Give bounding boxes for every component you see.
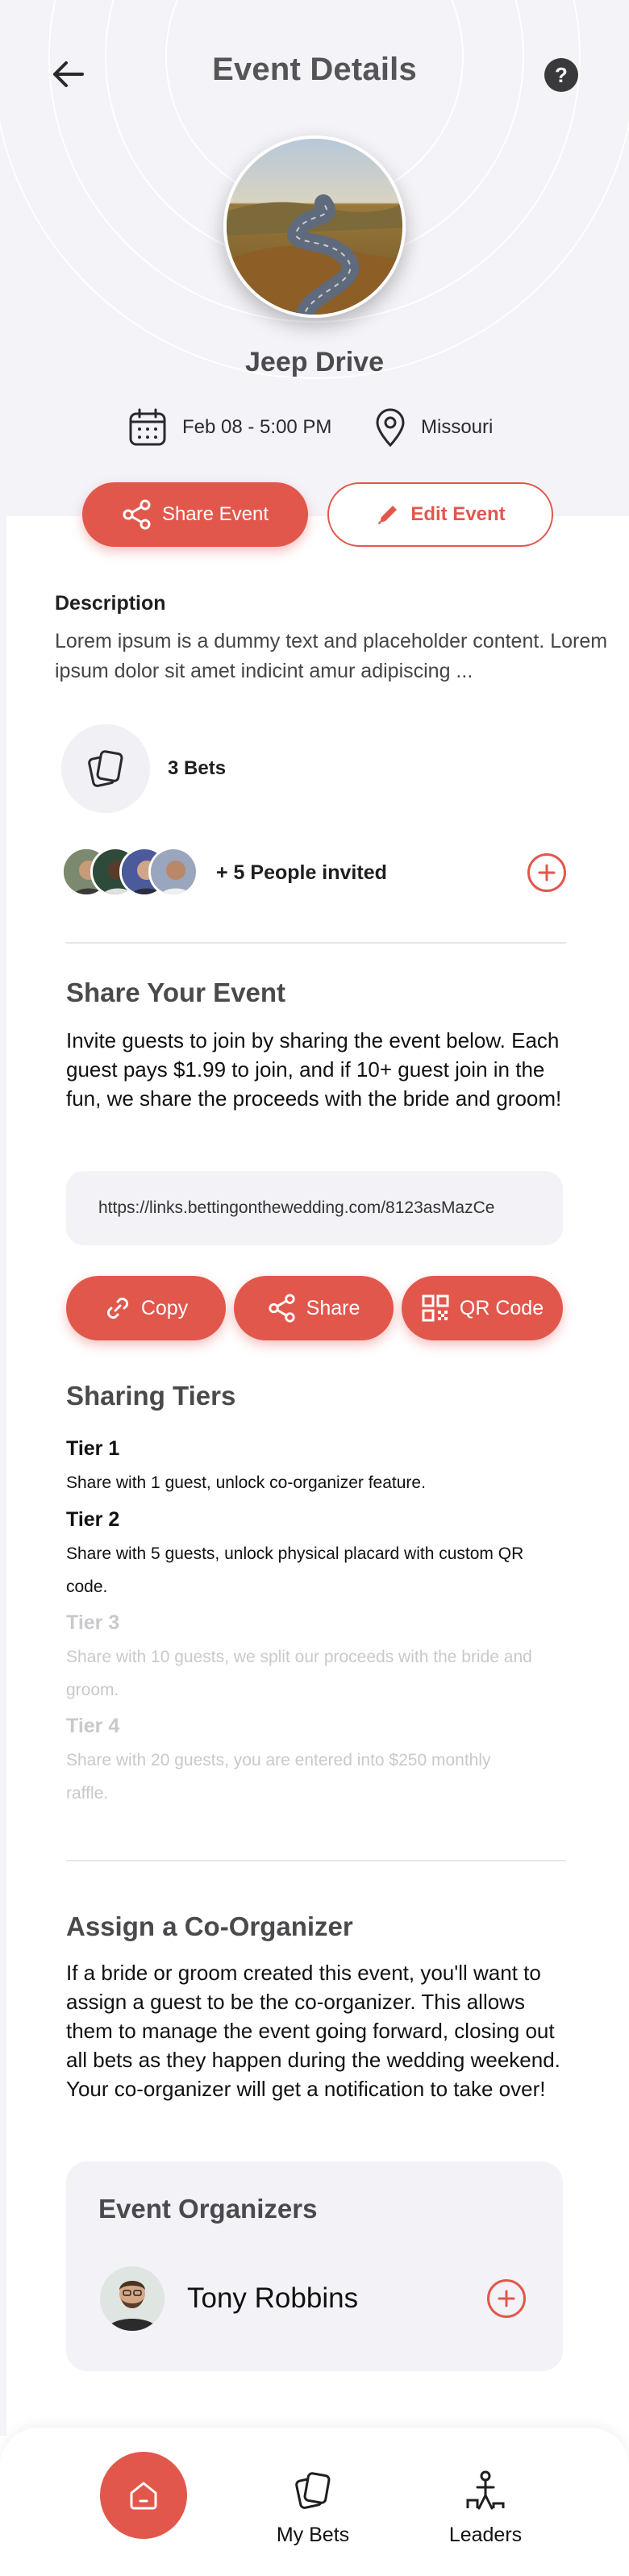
share-actions: Copy Share QR Code — [66, 1276, 566, 1340]
share-section-text: Invite guests to join by sharing the eve… — [66, 1028, 562, 1111]
tab-label: Leaders — [448, 2524, 523, 2546]
page-title: Event Details — [212, 52, 417, 87]
page-edge — [0, 516, 6, 2436]
qr-code-button[interactable]: QR Code — [402, 1276, 563, 1340]
event-photo — [223, 135, 406, 318]
copy-label: Copy — [140, 1296, 189, 1319]
share-button[interactable]: Share — [234, 1276, 394, 1340]
podium-icon — [466, 2470, 505, 2510]
tier-title: Tier 3 — [66, 1611, 120, 1634]
tiers-title: Sharing Tiers — [66, 1381, 236, 1411]
event-location-text: Missouri — [421, 416, 494, 438]
coorganizer-text: If a bride or groom created this event, … — [66, 1961, 560, 2101]
cards-icon — [88, 750, 123, 787]
plus-icon — [498, 2290, 515, 2307]
divider — [66, 942, 566, 944]
divider — [66, 1860, 566, 1861]
coorganizer-title: Assign a Co-Organizer — [66, 1911, 353, 1941]
tier-description: Share with 20 guests, you are entered in… — [66, 1751, 491, 1803]
tier-title: Tier 2 — [66, 1508, 120, 1531]
share-section-title: Share Your Event — [66, 977, 286, 1007]
bottom-tab-bar: My Bets Leaders — [0, 2428, 629, 2576]
tab-my-bets[interactable]: My Bets — [256, 2468, 369, 2547]
share-event-button[interactable]: Share Event — [82, 482, 308, 547]
event-organizers-card: Event Organizers Tony Robbins — [66, 2161, 563, 2371]
tab-label: My Bets — [276, 2524, 350, 2546]
hero-section: Event Details ? Jeep Drive Feb 08 - 5:00… — [0, 0, 629, 516]
question-circle-icon: ? — [555, 62, 568, 87]
description-label: Description — [55, 592, 166, 615]
tier-description: Share with 1 guest, unlock co-organizer … — [66, 1473, 426, 1492]
event-meta: Feb 08 - 5:00 PM Missouri — [0, 407, 629, 451]
share-link-field[interactable]: https://links.bettingonthewedding.com/81… — [66, 1171, 563, 1245]
qr-code-icon — [422, 1294, 449, 1322]
bets-count: 3 Bets — [168, 757, 227, 779]
tier-title: Tier 1 — [66, 1437, 120, 1460]
tier-description: Share with 5 guests, unlock physical pla… — [66, 1544, 524, 1596]
add-invite-button[interactable] — [527, 853, 566, 892]
location-pin-icon — [376, 408, 405, 448]
event-date-text: Feb 08 - 5:00 PM — [182, 416, 332, 438]
copy-button[interactable]: Copy — [66, 1276, 226, 1340]
tier-title: Tier 4 — [66, 1715, 120, 1737]
event-actions: Share Event Edit Event — [0, 482, 629, 547]
add-organizer-button[interactable] — [487, 2279, 526, 2318]
tab-home[interactable] — [100, 2452, 187, 2539]
link-icon — [106, 1297, 128, 1319]
share-icon — [123, 499, 151, 530]
qr-code-label: QR Code — [459, 1296, 544, 1319]
avatar-stack[interactable] — [61, 847, 215, 900]
organizer-name: Tony Robbins — [187, 2282, 359, 2314]
cards-icon — [295, 2472, 331, 2509]
invited-count: + 5 People invited — [216, 861, 387, 884]
share-event-label: Share Event — [161, 503, 269, 525]
pencil-icon — [378, 506, 398, 524]
share-icon — [269, 1294, 295, 1323]
event-name: Jeep Drive — [245, 347, 384, 377]
avatar — [100, 2266, 165, 2331]
help-button[interactable]: ? — [544, 58, 578, 92]
edit-event-button[interactable]: Edit Event — [327, 482, 553, 547]
bets-icon-circle — [61, 724, 150, 813]
event-location: Missouri — [374, 407, 493, 448]
home-icon — [130, 2482, 157, 2510]
invited-people: + 5 People invited — [61, 847, 569, 900]
avatar — [148, 847, 198, 897]
edit-event-label: Edit Event — [410, 503, 506, 525]
tier-description: Share with 10 guests, we split our proce… — [66, 1648, 532, 1699]
organizers-card-title: Event Organizers — [98, 2194, 318, 2224]
event-date: Feb 08 - 5:00 PM — [127, 407, 331, 448]
bets-summary[interactable]: 3 Bets — [61, 724, 569, 813]
plus-icon — [538, 864, 556, 882]
calendar-icon — [129, 408, 166, 446]
tab-leaders[interactable]: Leaders — [429, 2468, 542, 2547]
top-bar: Event Details ? — [0, 48, 629, 97]
share-label: Share — [306, 1296, 360, 1319]
description-text: Lorem ipsum is a dummy text and placehol… — [55, 630, 608, 682]
